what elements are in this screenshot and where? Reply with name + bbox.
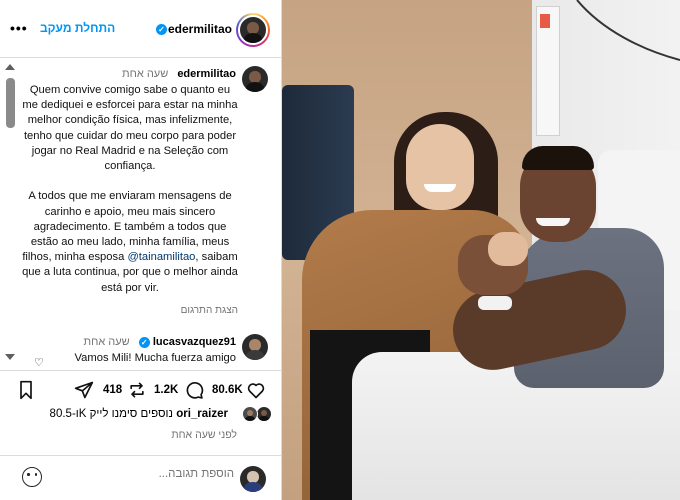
post-side-panel: ••• התחלת מעקב ✓ edermilitao שעה אחת ede… — [0, 0, 282, 500]
scroll-up-arrow-icon[interactable] — [5, 64, 15, 70]
follow-button[interactable]: התחלת מעקב — [40, 21, 115, 35]
reply-username[interactable]: lucasvazquez91 — [153, 336, 236, 348]
man-hair — [522, 146, 594, 170]
post-header: ••• התחלת מעקב ✓ edermilitao — [0, 0, 281, 58]
cable-line — [576, 0, 680, 61]
heart-icon[interactable] — [246, 380, 266, 400]
caption-avatar[interactable] — [242, 66, 268, 92]
like-count[interactable]: 80.6K — [212, 384, 243, 396]
post-timestamp[interactable]: לפני שעה אחת — [171, 429, 237, 441]
scrollbar-thumb[interactable] — [6, 78, 15, 128]
scroll-down-arrow-icon[interactable] — [5, 354, 15, 360]
see-translation-link[interactable]: הצגת התרגום — [181, 305, 238, 316]
likes-text[interactable]: ו-80.5K נוספים סימנו לייק ori_raizer — [50, 408, 228, 420]
liked-by-username[interactable]: ori_raizer — [176, 408, 228, 420]
caption-username[interactable]: edermilitao — [177, 68, 236, 80]
add-comment-bar — [0, 455, 281, 500]
woman-smile — [424, 184, 456, 192]
repost-count[interactable]: 418 — [103, 384, 122, 396]
current-user-avatar — [240, 466, 266, 492]
comments-list[interactable]: שעה אחת edermilitao Quem convive comigo … — [0, 58, 281, 370]
verified-badge-icon: ✓ — [138, 336, 150, 348]
comment-like-heart-icon[interactable]: ♡ — [34, 356, 44, 369]
share-icon[interactable] — [74, 380, 94, 400]
header-avatar[interactable] — [238, 15, 268, 45]
reply-avatar[interactable] — [242, 334, 268, 360]
liker-avatar — [256, 406, 272, 422]
likes-summary[interactable]: ו-80.5K נוספים סימנו לייק ori_raizer — [0, 404, 281, 426]
emoji-icon[interactable] — [22, 467, 42, 487]
reply-time: שעה אחת — [83, 336, 130, 348]
caption-time: שעה אחת — [122, 68, 169, 80]
wall-outlet-red-switch — [540, 14, 550, 28]
woman-hand — [488, 232, 528, 266]
liker-avatar — [242, 406, 258, 422]
repost-icon[interactable] — [127, 380, 147, 400]
header-username[interactable]: edermilitao — [168, 22, 232, 36]
hospital-wristband — [478, 296, 512, 310]
caption-text-part1: Quem convive comigo sabe o quanto eu me … — [22, 84, 238, 264]
woman-face — [406, 124, 474, 210]
bookmark-icon[interactable] — [17, 380, 35, 400]
likes-others-text: ו-80.5K נוספים סימנו לייק — [49, 408, 174, 420]
comment-input[interactable] — [84, 468, 234, 480]
verified-badge-icon: ✓ — [156, 24, 167, 35]
caption-text: Quem convive comigo sabe o quanto eu me … — [22, 83, 238, 296]
caption-mention-link[interactable]: @tainamilitao — [127, 251, 195, 263]
caption-header: שעה אחת edermilitao — [122, 68, 236, 80]
comment-count[interactable]: 1.2K — [154, 384, 178, 396]
more-options-icon[interactable]: ••• — [10, 20, 28, 36]
comment-icon[interactable] — [184, 380, 204, 400]
reply-header: שעה אחת ✓ lucasvazquez91 — [84, 336, 237, 348]
post-photo[interactable] — [282, 0, 680, 500]
man-smile — [536, 218, 570, 226]
reply-text: Vamos Mili! Mucha fuerza amigo — [74, 352, 236, 364]
